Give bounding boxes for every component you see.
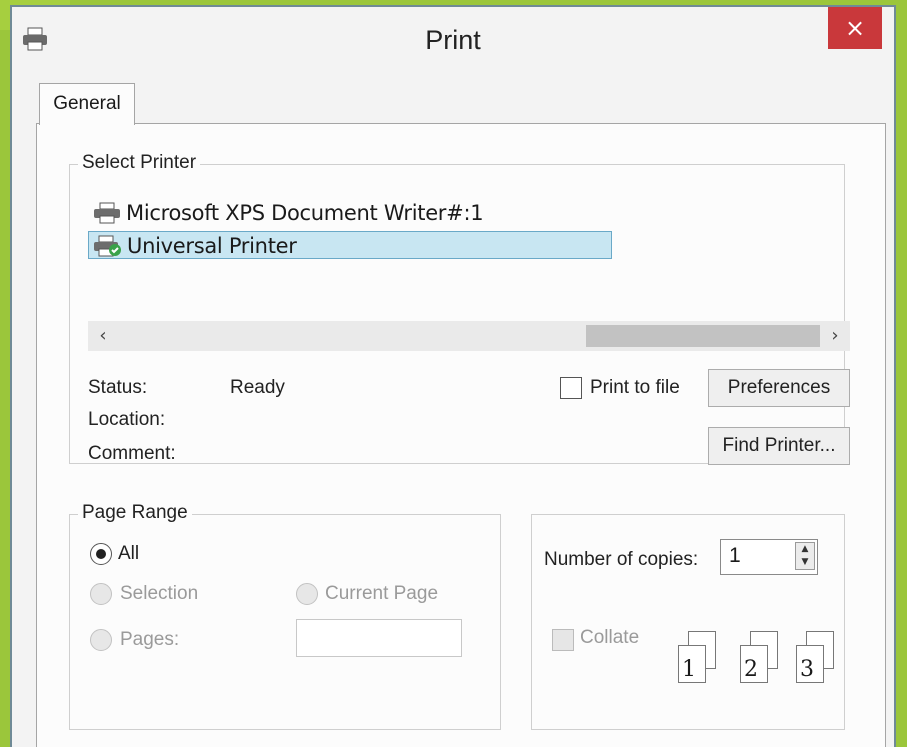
radio-selection-label[interactable]: Selection (120, 583, 198, 605)
status-label: Status: (88, 377, 148, 398)
collate-icon-1: 1 1 (670, 631, 730, 691)
status-value: Ready (230, 377, 285, 398)
number-of-copies-label: Number of copies: (544, 549, 699, 570)
select-printer-legend: Select Printer (78, 152, 201, 174)
printer-check-icon (94, 235, 121, 257)
printer-item-xps[interactable]: Microsoft XPS Document Writer#:1 (88, 199, 528, 227)
close-button[interactable]: × (828, 7, 882, 49)
printer-name: Universal Printer (127, 234, 297, 258)
page-range-legend: Page Range (78, 502, 192, 524)
find-printer-button[interactable]: Find Printer... (708, 427, 850, 465)
radio-all-label[interactable]: All (118, 543, 139, 565)
radio-current-page-label[interactable]: Current Page (325, 583, 438, 605)
pages-input[interactable] (296, 619, 462, 657)
collate-icon-3: 3 3 (788, 631, 848, 691)
copies-value: 1 (729, 544, 741, 567)
spin-down-icon[interactable]: ▼ (796, 556, 814, 569)
select-printer-group: Select Printer Microsoft XPS Document Wr… (69, 152, 850, 465)
collate-icon-2: 2 2 (732, 631, 792, 691)
copies-spinner[interactable]: 1 ▲ ▼ (720, 539, 818, 575)
title-bar: Print × (12, 7, 894, 73)
printer-list-hscrollbar[interactable]: ‹ › (88, 321, 850, 351)
window-title: Print (425, 25, 481, 55)
comment-label: Comment: (88, 443, 176, 464)
printer-name: Microsoft XPS Document Writer#:1 (126, 201, 484, 225)
radio-pages[interactable] (90, 629, 112, 651)
page-icon: 2 (740, 645, 768, 683)
page-icon: 1 (678, 645, 706, 683)
spinner-buttons[interactable]: ▲ ▼ (795, 542, 815, 570)
location-label: Location: (88, 409, 166, 430)
print-to-file-checkbox[interactable] (560, 377, 582, 399)
collate-checkbox[interactable] (552, 629, 574, 651)
collate-label[interactable]: Collate (580, 627, 639, 649)
radio-all[interactable] (90, 543, 112, 565)
scroll-left-arrow[interactable]: ‹ (88, 321, 118, 351)
printer-icon (94, 202, 120, 224)
radio-selected-dot (96, 549, 106, 559)
scrollbar-thumb[interactable] (586, 325, 820, 347)
spin-up-icon[interactable]: ▲ (796, 543, 814, 556)
copies-group: Number of copies: 1 ▲ ▼ Collate 1 1 2 2 … (531, 514, 845, 730)
radio-pages-label[interactable]: Pages: (120, 629, 179, 651)
radio-current-page[interactable] (296, 583, 318, 605)
printer-item-universal[interactable]: Universal Printer (88, 231, 612, 259)
scroll-right-arrow[interactable]: › (820, 321, 850, 351)
print-dialog: Print × General Select Printer Microsoft… (10, 5, 896, 747)
tab-panel-general: Select Printer Microsoft XPS Document Wr… (36, 123, 886, 747)
radio-selection[interactable] (90, 583, 112, 605)
print-to-file-label[interactable]: Print to file (590, 377, 680, 399)
preferences-button[interactable]: Preferences (708, 369, 850, 407)
page-range-group: Page Range All Selection Current Page Pa… (69, 502, 501, 730)
tab-general[interactable]: General (39, 83, 135, 125)
page-icon: 3 (796, 645, 824, 683)
